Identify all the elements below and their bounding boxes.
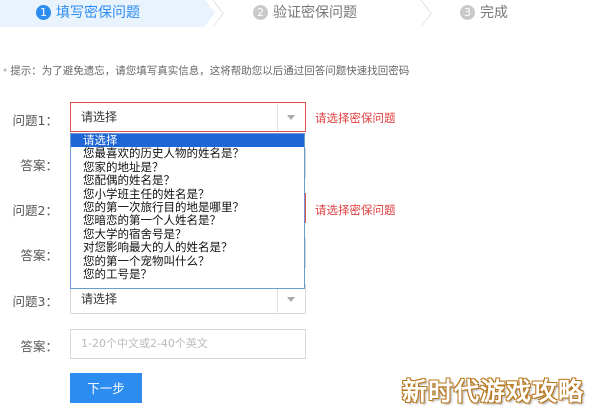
step-complete: 3 完成 xyxy=(460,0,508,27)
dropdown-option[interactable]: 您小学班主任的姓名是？ xyxy=(71,188,304,201)
hint-message: 提示：为了避免遗忘，请您填写真实信息，这将帮助您以后通过回答问题快速找回密码 xyxy=(10,65,410,77)
question2-label: 问题2： xyxy=(12,203,58,218)
dropdown-option[interactable]: 您的第一个宠物叫什么？ xyxy=(71,255,304,268)
dropdown-option[interactable]: 您暗恋的第一个人姓名是？ xyxy=(71,214,304,227)
answer2-label: 答案： xyxy=(20,248,58,263)
dropdown-option[interactable]: 您最喜欢的历史人物的姓名是？ xyxy=(71,147,304,160)
question3-value: 请选择 xyxy=(81,292,118,306)
watermark-logo: 新时代游戏攻略 xyxy=(401,377,584,406)
step-label-2: 验证密保问题 xyxy=(273,5,357,21)
chevron-down-icon[interactable] xyxy=(277,103,305,131)
answer1-label: 答案： xyxy=(20,158,58,173)
question1-select[interactable]: 请选择 xyxy=(70,102,306,132)
question1-label: 问题1： xyxy=(12,113,58,128)
dropdown-option[interactable]: 您配偶的姓名是？ xyxy=(71,174,304,187)
question1-value: 请选择 xyxy=(81,110,118,124)
step-number-2: 2 xyxy=(253,5,268,20)
dropdown-option[interactable]: 您的第一次旅行目的地是哪里？ xyxy=(71,201,304,214)
dropdown-option[interactable]: 您家的地址是？ xyxy=(71,161,304,174)
steps-bar: 1 填写密保问题 2 验证密保问题 3 完成 xyxy=(0,0,594,27)
step-separator-icon xyxy=(420,0,432,27)
dropdown-option[interactable]: 您大学的宿舍号是？ xyxy=(71,228,304,241)
step-number-3: 3 xyxy=(460,5,475,20)
hint-text: • 提示：为了避免遗忘，请您填写真实信息，这将帮助您以后通过回答问题快速找回密码 xyxy=(2,63,409,78)
question3-label: 问题3： xyxy=(12,294,58,309)
hint-bullet-icon: • xyxy=(2,65,9,77)
dropdown-option[interactable]: 您的工号是？ xyxy=(71,268,304,281)
chevron-down-icon[interactable] xyxy=(277,285,305,313)
answer3-placeholder: 1-20个中文或2-40个英文 xyxy=(81,337,208,350)
step-label-1: 填写密保问题 xyxy=(56,5,140,21)
step-verify-questions: 2 验证密保问题 xyxy=(253,0,357,27)
dropdown-option[interactable]: 请选择 xyxy=(71,134,304,148)
dropdown-option[interactable]: 对您影响最大的人的姓名是？ xyxy=(71,241,304,254)
question1-dropdown-list[interactable]: 请选择 您最喜欢的历史人物的姓名是？ 您家的地址是？ 您配偶的姓名是？ 您小学班主任的姓… xyxy=(70,133,305,289)
question1-error: 请选择密保问题 xyxy=(315,111,396,125)
answer3-label: 答案： xyxy=(20,339,58,354)
step-separator-icon xyxy=(212,0,224,27)
next-step-button[interactable]: 下一步 xyxy=(70,373,142,403)
question2-error: 请选择密保问题 xyxy=(315,203,396,217)
step-label-3: 完成 xyxy=(480,5,508,21)
step-fill-questions: 1 填写密保问题 xyxy=(0,0,205,27)
step-number-1: 1 xyxy=(36,5,51,20)
answer3-input[interactable]: 1-20个中文或2-40个英文 xyxy=(70,329,306,359)
